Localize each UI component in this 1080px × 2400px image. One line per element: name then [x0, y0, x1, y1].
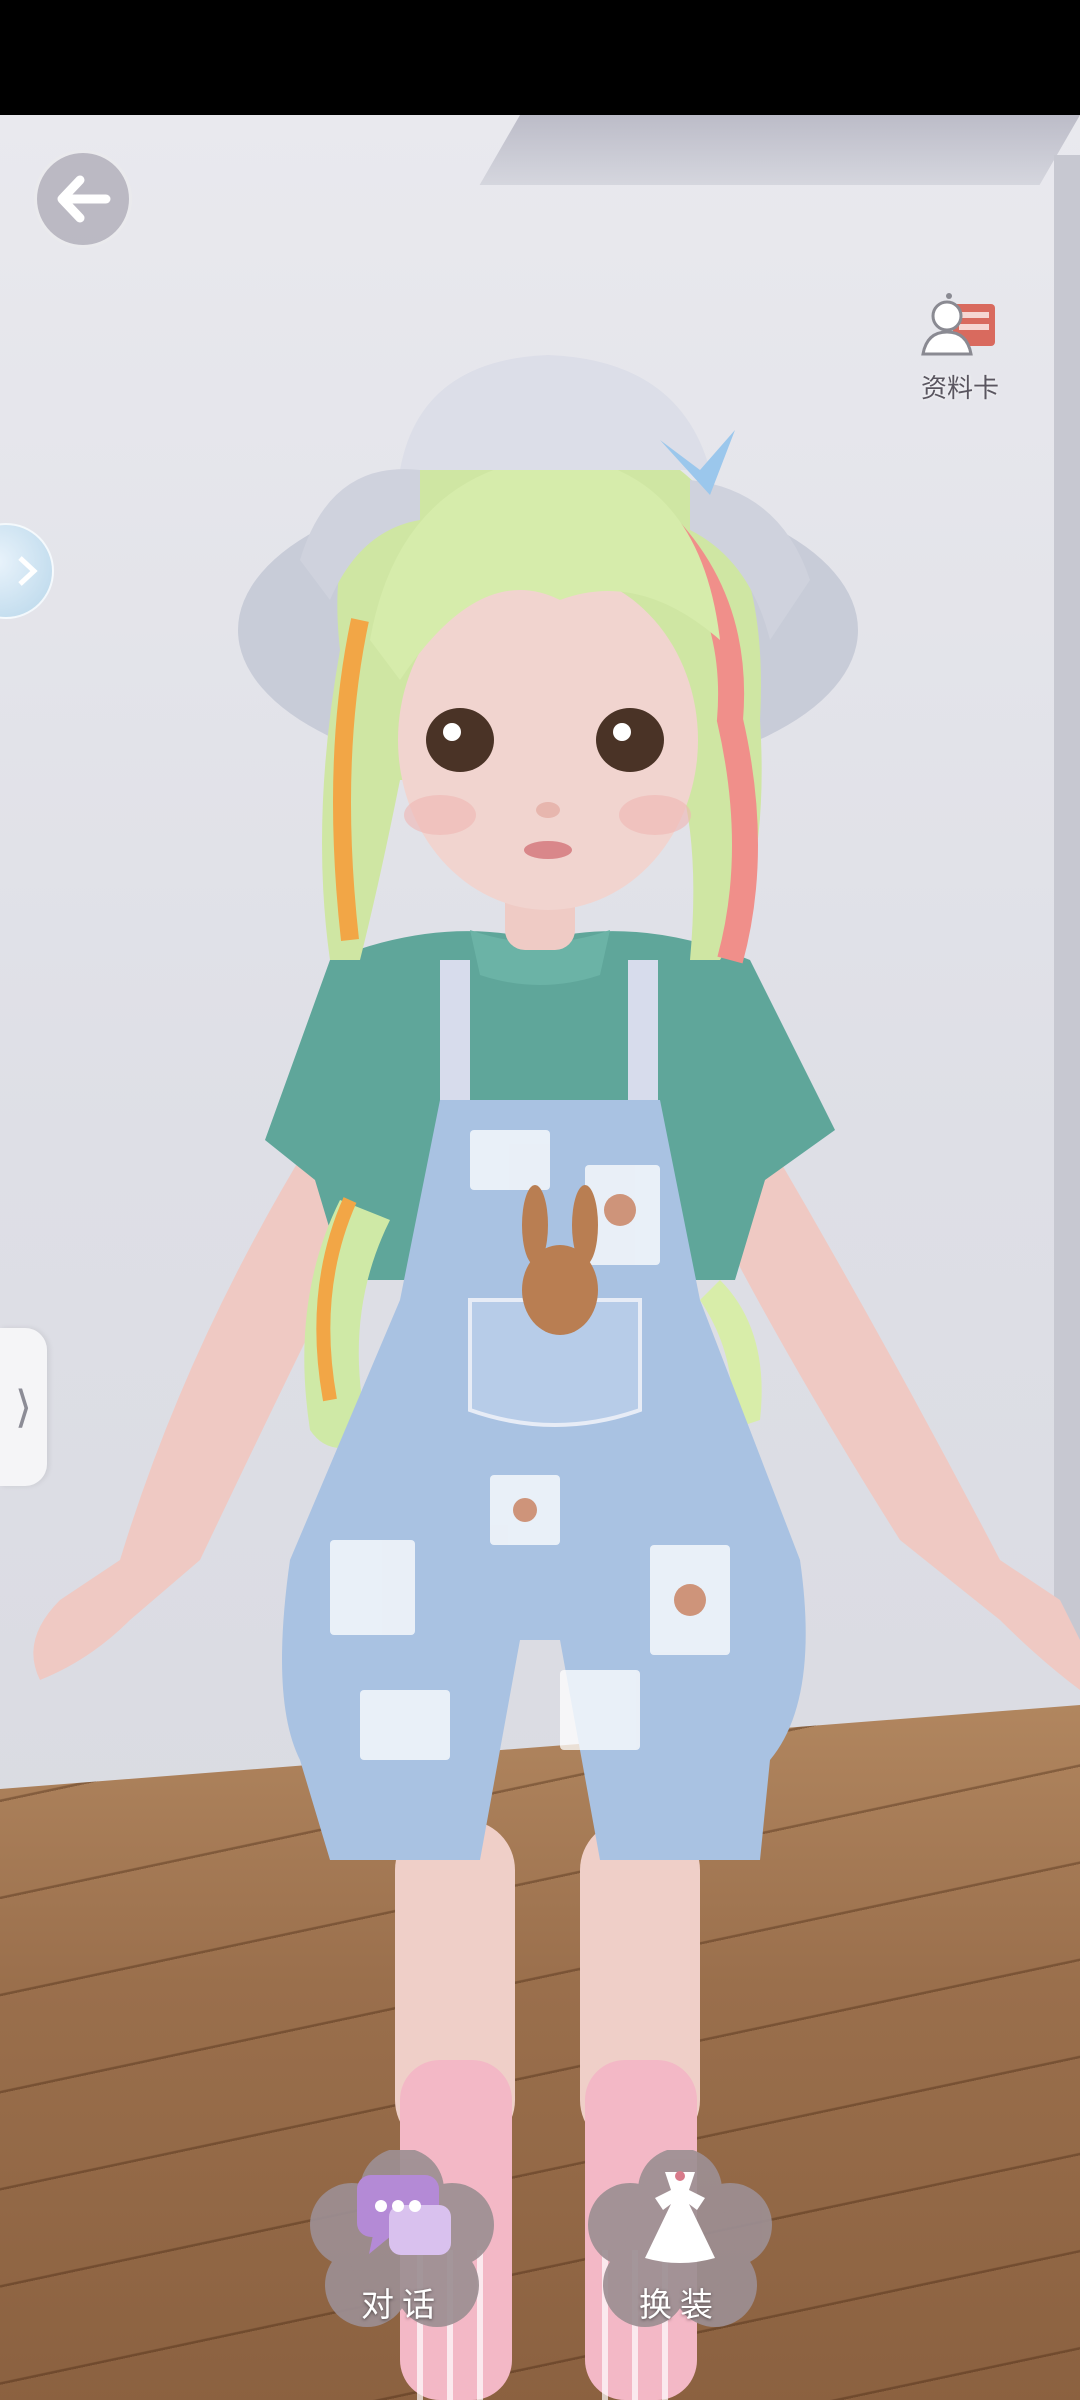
arrow-left-icon: [57, 175, 111, 223]
profile-card-label: 资料卡: [920, 374, 999, 404]
chevron-right-icon: [18, 556, 38, 586]
chat-label: 对话: [361, 2285, 443, 2324]
side-drawer-tab[interactable]: ⟩: [0, 1328, 47, 1486]
profile-card-icon: [921, 293, 995, 356]
profile-card-button[interactable]: 资料卡: [905, 290, 1015, 410]
chat-button[interactable]: 对话: [307, 2148, 497, 2340]
dress-up-button[interactable]: 换装: [585, 2148, 775, 2340]
chevron-right-icon: ⟩: [14, 1381, 33, 1433]
dress-label: 换装: [639, 2285, 721, 2324]
back-button[interactable]: [34, 150, 132, 248]
